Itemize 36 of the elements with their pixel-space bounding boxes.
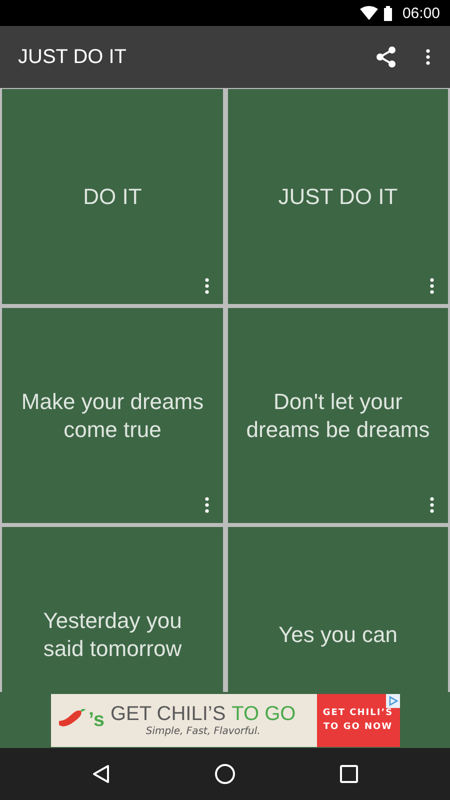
ad-tagline: Simple, Fast, Flavorful.: [146, 726, 260, 737]
card-menu-button[interactable]: [428, 276, 436, 296]
ad-cta-link[interactable]: GET CHILI’S TO GO NOW: [316, 694, 400, 746]
quote-card[interactable]: JUST DO IT: [228, 89, 448, 304]
quote-text: Don't let your dreams be dreams: [246, 388, 430, 444]
share-icon: [376, 46, 396, 68]
card-menu-button[interactable]: [428, 495, 436, 515]
more-icon: [205, 278, 209, 294]
home-icon: [214, 763, 236, 785]
quote-card[interactable]: Don't let your dreams be dreams: [228, 308, 448, 523]
app-title: JUST DO IT: [18, 46, 128, 68]
quote-text: Yes you can: [278, 620, 398, 648]
quote-text: JUST DO IT: [278, 182, 398, 210]
more-icon: [430, 278, 434, 294]
status-time: 06:00: [402, 4, 440, 22]
battery-icon: [384, 6, 392, 20]
quote-card[interactable]: Yes you can: [228, 527, 448, 692]
back-icon: [92, 764, 110, 784]
quote-card[interactable]: Yesterday you said tomorrow: [2, 527, 223, 692]
ad-choices-icon[interactable]: [386, 694, 400, 708]
more-icon: [426, 49, 430, 65]
quote-card[interactable]: DO IT: [2, 89, 223, 304]
ad-banner[interactable]: ’s GET CHILI’S TO GO Simple, Fast, Flavorful. GET CHILI’S TO GO NOW: [50, 694, 400, 746]
quote-card[interactable]: Make your dreams come true: [2, 308, 223, 523]
logo-text: ’s: [88, 708, 104, 732]
quote-text: Yesterday you said tomorrow: [42, 606, 183, 662]
quote-text: Make your dreams come true: [20, 388, 205, 444]
more-icon: [205, 497, 209, 513]
ad-headline: GET CHILI’S: [110, 703, 226, 726]
more-icon: [430, 497, 434, 513]
card-menu-button[interactable]: [203, 495, 211, 515]
ad-headline: TO GO: [232, 703, 296, 726]
card-menu-button[interactable]: [203, 276, 211, 296]
wifi-icon: [360, 6, 378, 20]
recents-icon: [340, 765, 358, 783]
quote-text: DO IT: [83, 182, 142, 210]
